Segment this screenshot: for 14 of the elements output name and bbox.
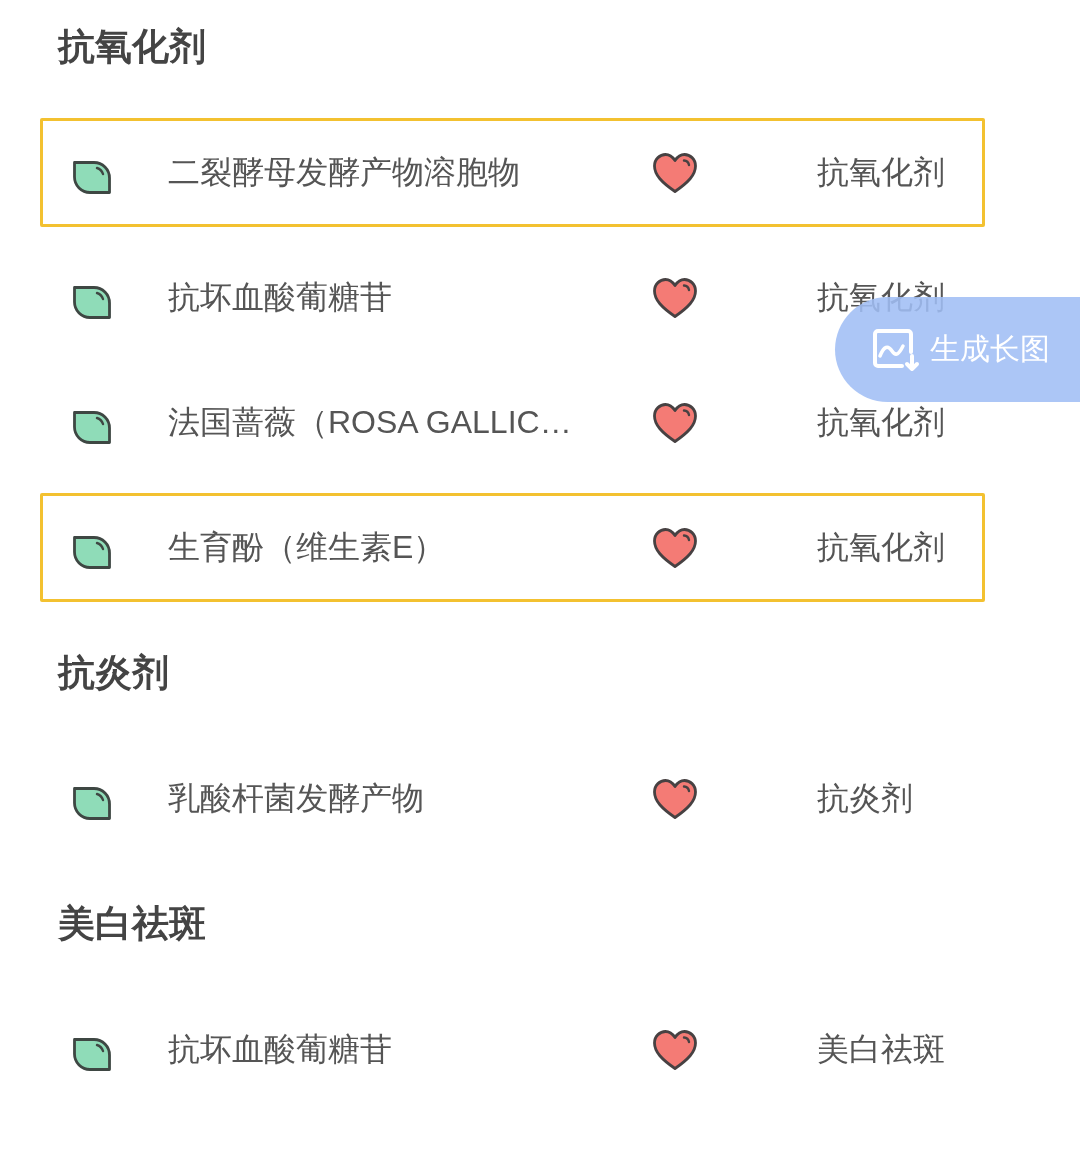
category-label: 美白祛斑 xyxy=(817,1029,945,1069)
ingredient-name: 生育酚（维生素E） xyxy=(168,527,446,567)
ingredient-name: 抗坏血酸葡糖苷 xyxy=(168,1029,392,1069)
section-title: 抗炎剂 xyxy=(58,651,169,695)
ingredient-name: 抗坏血酸葡糖苷 xyxy=(168,277,392,317)
ingredient-name: 二裂酵母发酵产物溶胞物 xyxy=(168,152,520,192)
category-label: 抗氧化剂 xyxy=(817,402,945,442)
category-label: 抗氧化剂 xyxy=(817,527,945,567)
ingredient-name: 乳酸杆菌发酵产物 xyxy=(168,778,424,818)
category-label: 抗炎剂 xyxy=(817,778,913,818)
section-title: 美白祛斑 xyxy=(58,902,206,946)
category-label: 抗氧化剂 xyxy=(817,152,945,192)
ingredient-name: 法国蔷薇（ROSA GALLIC… xyxy=(168,402,572,442)
section-title: 抗氧化剂 xyxy=(58,25,206,69)
